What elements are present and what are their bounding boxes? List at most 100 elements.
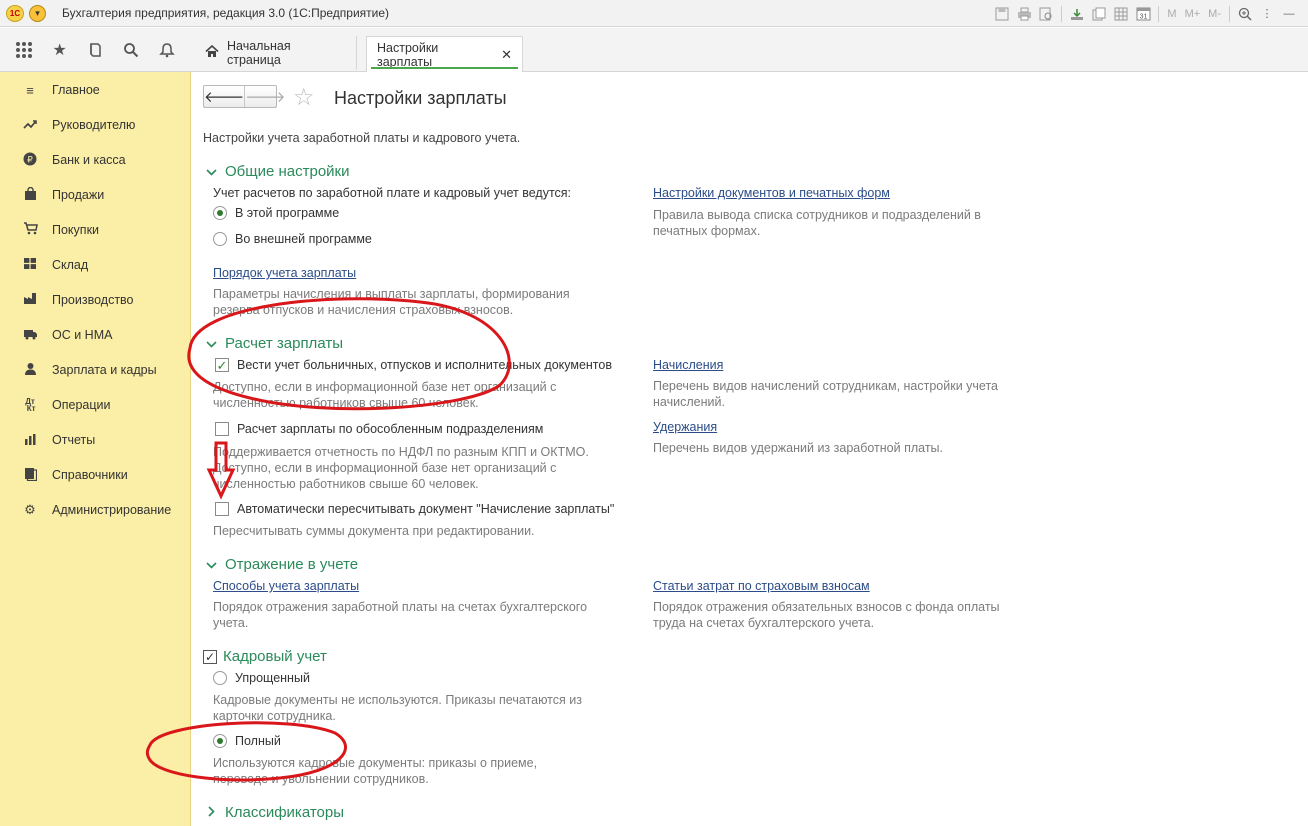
sidebar-item-label: Администрирование [52,503,172,517]
sidebar-item-sales[interactable]: Продажи [0,180,191,210]
check2-hint-2: Доступно, если в информационной базе нет… [213,461,557,475]
group-calc-header[interactable]: Расчет зарплаты [205,335,343,352]
documents-settings-hint-2: печатных формах. [653,224,761,238]
radio-hr-simple[interactable]: Упрощенный [213,671,310,685]
chevron-down-icon [205,558,217,572]
documents-settings-hint-1: Правила вывода списка сотрудников и подр… [653,208,981,222]
group-general-header[interactable]: Общие настройки [205,163,350,180]
accruals-hint-1: Перечень видов начислений сотрудникам, н… [653,379,999,393]
radio-in-this-program[interactable]: В этой программе [213,206,339,220]
copy-icon[interactable] [1090,5,1108,23]
group-hr-checkbox[interactable]: ✓ [203,649,217,664]
minimize-icon[interactable]: — [1280,5,1298,23]
favorites-star-icon[interactable]: ★ [49,39,71,61]
salary-methods-link[interactable]: Способы учета зарплаты [213,579,359,593]
documents-settings-link[interactable]: Настройки документов и печатных форм [653,186,890,200]
sidebar-item-purchases[interactable]: Покупки [0,215,191,245]
checkbox-auto-recalculate[interactable]: Автоматически пересчитывать документ "На… [215,502,614,516]
check1-hint-1: Доступно, если в информационной базе нет… [213,380,557,394]
sidebar-item-references[interactable]: Справочники [0,460,191,490]
group-accounting-header[interactable]: Отражение в учете [205,556,358,573]
menu-lines-icon: ≡ [26,82,34,98]
checkbox-unchecked[interactable] [215,422,229,436]
check3-hint: Пересчитывать суммы документа при редакт… [213,524,535,538]
print-icon[interactable] [1015,5,1033,23]
app-title: Бухгалтерия предприятия, редакция 3.0 (1… [62,6,390,20]
sidebar-item-label: Главное [52,83,100,97]
salary-order-link[interactable]: Порядок учета зарплаты [213,266,356,280]
trend-icon [22,118,38,133]
sidebar-item-manager[interactable]: Руководителю [0,110,191,140]
back-button[interactable]: 🡐 [204,86,244,107]
checkbox-checked[interactable]: ✓ [215,358,229,372]
radio-label: В этой программе [235,206,340,220]
sidebar-item-label: Покупки [52,223,100,237]
zoom-icon[interactable] [1236,5,1254,23]
page-title: Настройки зарплаты [334,88,507,108]
checkbox-sick-leave-vacations[interactable]: ✓ Вести учет больничных, отпусков и испо… [215,358,612,372]
tab-salary-settings[interactable]: Настройки зарплаты ✕ [366,36,523,72]
insurance-costs-link[interactable]: Статьи затрат по страховым взносам [653,579,870,593]
chevron-right-icon [205,805,217,820]
sidebar-item-assets[interactable]: ОС и НМА [0,320,191,350]
preview-icon[interactable] [1037,5,1055,23]
sidebar-item-operations[interactable]: Дт Кт Операции [0,390,191,420]
deductions-link[interactable]: Удержания [653,420,717,434]
search-icon[interactable] [120,39,142,61]
table-icon[interactable] [1112,5,1130,23]
memory-mplus-button[interactable]: M+ [1183,5,1203,23]
radio-button[interactable] [213,671,227,685]
sidebar-item-reports[interactable]: Отчеты [0,425,191,455]
tab-home[interactable]: Начальная страница [195,36,357,70]
checkbox-label: Расчет зарплаты по обособленным подразде… [237,422,544,436]
radio-external-program[interactable]: Во внешней программе [213,232,372,246]
sidebar-item-warehouse[interactable]: Склад [0,250,191,280]
radio-button-selected[interactable] [213,206,227,220]
insurance-costs-hint-2: труда на счетах бухгалтерского учета. [653,616,875,630]
close-icon[interactable]: ✕ [501,47,512,63]
radio-label: Полный [235,734,281,748]
1c-logo: 1С [6,5,24,22]
radio-hr-full[interactable]: Полный [213,734,281,748]
sidebar-item-bank[interactable]: ₽ Банк и касса [0,145,191,175]
grid-menu-icon[interactable] [13,39,35,61]
group-hr-header[interactable]: ✓ Кадровый учет [203,648,327,665]
sidebar-item-salary-hr[interactable]: Зарплата и кадры [0,355,191,385]
checkbox-label: Вести учет больничных, отпусков и исполн… [237,358,612,372]
svg-text:31: 31 [1140,14,1148,21]
sidebar-item-production[interactable]: Производство [0,285,191,315]
sidebar-item-administration[interactable]: ⚙ Администрирование [0,495,191,525]
title-bar: 1С ▾ Бухгалтерия предприятия, редакция 3… [0,0,1308,27]
radio-button[interactable] [213,232,227,246]
person-icon [22,362,38,379]
accruals-link[interactable]: Начисления [653,358,723,372]
forward-button[interactable]: 🡒 [244,86,285,107]
toolbar-separator [1158,5,1160,22]
history-icon[interactable] [84,39,106,61]
checkbox-unchecked[interactable] [215,502,229,516]
group-accounting-title: Отражение в учете [225,556,359,573]
notifications-bell-icon[interactable] [156,39,178,61]
sidebar-item-main[interactable]: ≡ Главное [0,75,191,105]
save-icon[interactable] [993,5,1011,23]
sidebar-item-label: Руководителю [52,118,136,132]
checkbox-label: Автоматически пересчитывать документ "На… [237,502,615,516]
memory-m-button[interactable]: M [1165,5,1178,23]
main-menu-button[interactable]: ▾ [29,5,46,22]
add-to-favorites-star-icon[interactable]: ☆ [293,83,315,112]
check2-hint-3: численностью работников свыше 60 человек… [213,477,479,491]
calendar-icon[interactable]: 31 [1134,5,1152,23]
radio-button-selected[interactable] [213,734,227,748]
more-icon[interactable]: ⋮ [1258,5,1276,23]
group-classifiers-header[interactable]: Классификаторы [205,804,344,821]
memory-mminus-button[interactable]: M- [1206,5,1223,23]
radio-label: Во внешней программе [235,232,372,246]
ruble-icon: ₽ [22,152,38,169]
attach-icon[interactable] [1068,5,1086,23]
salary-order-hint-1: Параметры начисления и выплаты зарплаты,… [213,287,570,301]
sidebar-item-label: Банк и касса [52,153,126,167]
insurance-costs-hint-1: Порядок отражения обязательных взносов с… [653,600,1000,614]
sidebar-item-label: Справочники [52,468,128,482]
checkbox-separate-divisions[interactable]: Расчет зарплаты по обособленным подразде… [215,422,543,436]
salary-methods-hint-1: Порядок отражения заработной платы на сч… [213,600,588,614]
